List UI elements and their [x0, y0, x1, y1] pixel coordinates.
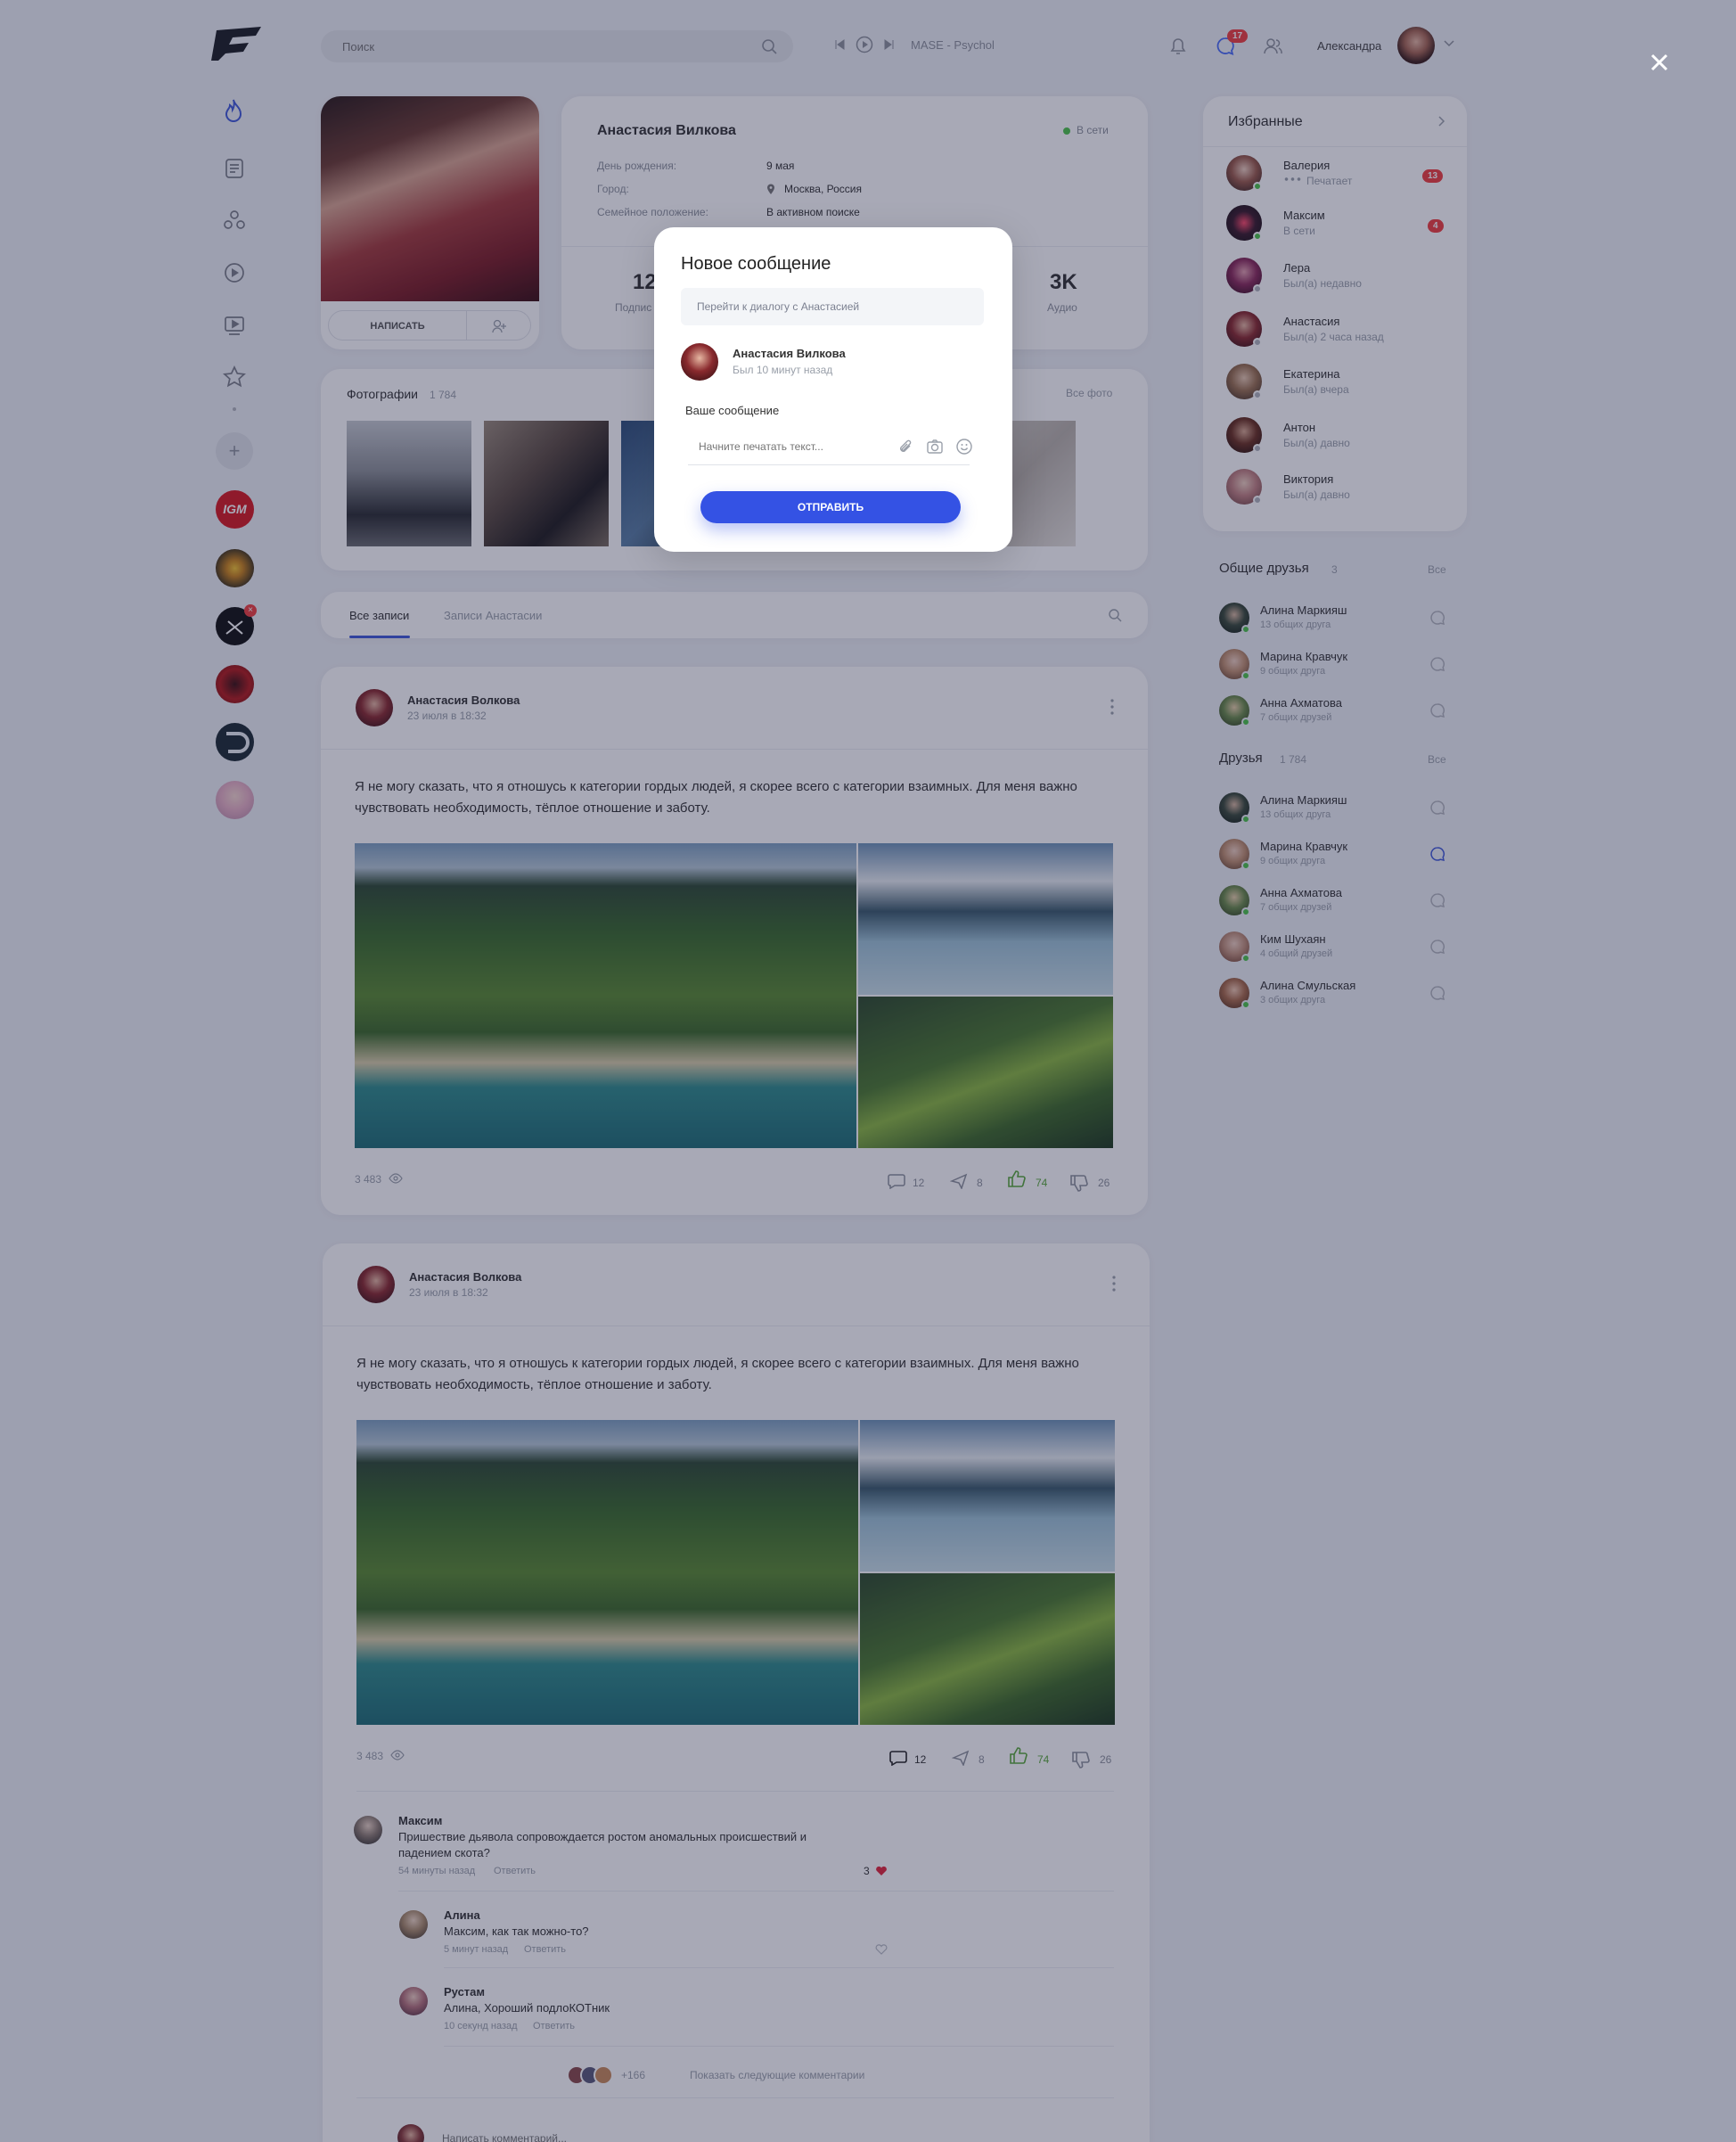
message-label: Ваше сообщение: [685, 404, 780, 417]
recipient-avatar: [681, 343, 718, 381]
close-icon[interactable]: [1650, 53, 1669, 72]
new-message-modal: Новое сообщение Перейти к диалогу с Анас…: [654, 227, 1012, 552]
goto-dialog-button[interactable]: Перейти к диалогу с Анастасией: [681, 288, 984, 325]
modal-title: Новое сообщение: [681, 254, 831, 274]
recipient-name: Анастасия Вилкова: [733, 347, 846, 360]
emoji-icon[interactable]: [955, 438, 973, 455]
input-underline: [688, 464, 970, 465]
camera-icon[interactable]: [926, 439, 944, 455]
recipient-seen: Был 10 минут назад: [733, 364, 833, 376]
message-input[interactable]: [699, 438, 895, 455]
send-button[interactable]: ОТПРАВИТЬ: [700, 491, 961, 523]
attach-icon[interactable]: [897, 439, 913, 455]
